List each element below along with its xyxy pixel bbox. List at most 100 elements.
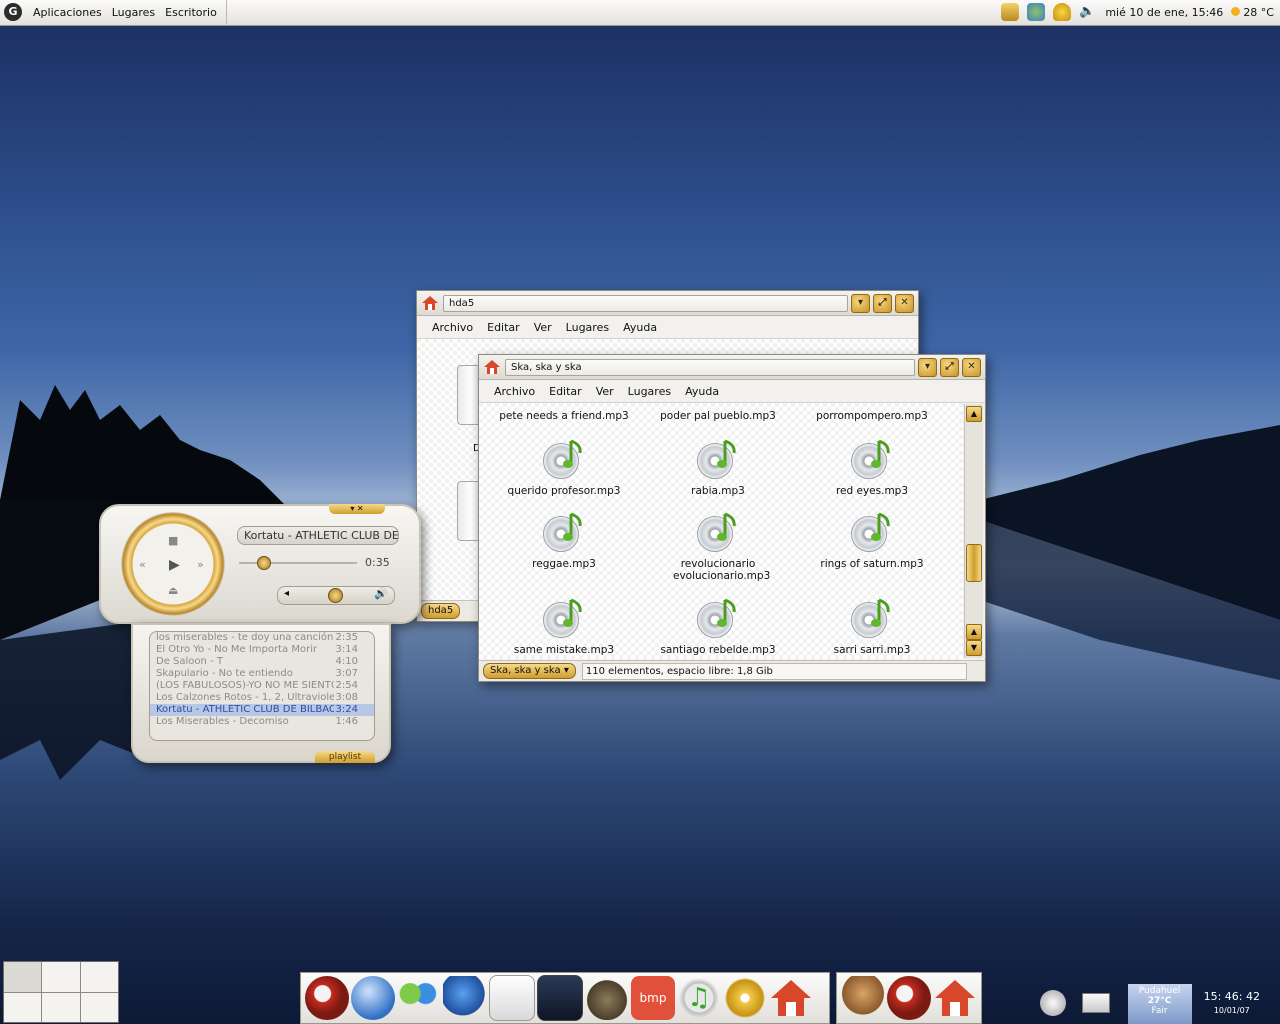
maximize-button[interactable]: ⤢ (873, 293, 892, 313)
network-manager-icon[interactable] (1027, 3, 1046, 21)
file-item[interactable]: santiago rebelde.mp3 (643, 596, 793, 656)
globe-icon[interactable] (351, 976, 395, 1020)
path-button[interactable]: Ska, ska y ska ▾ (483, 663, 576, 679)
menu-ayuda[interactable]: Ayuda (678, 385, 726, 398)
updates-icon[interactable] (1001, 3, 1020, 21)
weather-desklet[interactable]: Pudahuel 27°C Fair (1127, 984, 1192, 1024)
workspace-2[interactable] (42, 962, 80, 992)
file-item[interactable]: same mistake.mp3 (489, 596, 639, 656)
file-label[interactable]: porrompompero.mp3 (797, 410, 947, 422)
previous-icon[interactable]: « (139, 558, 146, 571)
menu-lugares[interactable]: Lugares (107, 6, 160, 19)
scroll-down-button[interactable]: ▼ (966, 640, 982, 656)
speaker-desklet[interactable] (1040, 990, 1066, 1016)
track-name: Kortatu - ATHLETIC CLUB DE BILBAO (156, 704, 334, 715)
audio-file-icon (541, 437, 587, 483)
playlist-row[interactable]: Skapulario - No te entiendo 3:07 (150, 668, 374, 680)
file-label[interactable]: pete needs a friend.mp3 (489, 410, 639, 422)
scroll-thumb[interactable] (966, 544, 982, 582)
workspace-4[interactable] (4, 992, 42, 1022)
bmp-icon[interactable]: bmp (631, 976, 675, 1020)
stop-icon[interactable]: ■ (168, 534, 178, 547)
scroll-up-button[interactable]: ▲ (966, 406, 982, 422)
menu-archivo[interactable]: Archivo (487, 385, 542, 398)
file-item[interactable]: sarri sarri.mp3 (797, 596, 947, 656)
eject-icon[interactable]: ⏏ (168, 584, 178, 597)
playlist-row[interactable]: El Otro Yo - No Me Importa Morir 3:14 (150, 644, 374, 656)
terminal-icon[interactable] (537, 975, 583, 1021)
file-name: santiago rebelde.mp3 (660, 644, 776, 656)
volume-icon[interactable]: 🔈 (1079, 3, 1097, 21)
home-icon[interactable] (933, 976, 977, 1020)
messenger-icon[interactable] (397, 976, 441, 1020)
network-icon[interactable] (443, 976, 487, 1020)
volume-slider[interactable]: ◂ 🔊 (277, 586, 395, 605)
panel-clock[interactable]: mié 10 de ene, 15:46 (1105, 6, 1223, 19)
file-item[interactable]: querido profesor.mp3 (489, 437, 639, 497)
gaim-icon[interactable] (1053, 3, 1072, 21)
maximize-button[interactable]: ⤢ (940, 357, 959, 377)
menu-ver[interactable]: Ver (589, 385, 621, 398)
menu-lugares[interactable]: Lugares (559, 321, 616, 334)
track-name: Los Miserables - Decomiso (156, 716, 289, 727)
close-button[interactable]: ✕ (962, 357, 981, 377)
minimize-button[interactable]: ▾ (918, 357, 937, 377)
player-window-buttons[interactable]: ▾ ✕ (329, 504, 385, 514)
music-icon[interactable]: ♫ (677, 976, 721, 1020)
volume-knob[interactable] (327, 588, 343, 603)
playlist-row[interactable]: Los Calzones Rotos - 1, 2, Ultraviolenci… (150, 692, 374, 704)
playlist-row[interactable]: (LOS FABULOSOS)-YO NO ME SIENTO 2:54 (150, 680, 374, 692)
gnome-foot-icon[interactable]: G (4, 3, 22, 21)
menu-lugares[interactable]: Lugares (621, 385, 678, 398)
workspace-1[interactable] (4, 962, 42, 992)
amule-icon[interactable] (841, 976, 885, 1020)
file-label[interactable]: poder pal pueblo.mp3 (643, 410, 793, 422)
playlist-row-selected[interactable]: Kortatu - ATHLETIC CLUB DE BILBAO 3:24 (150, 704, 374, 716)
control-wheel[interactable]: ■ « ▶ » ⏏ (121, 512, 225, 616)
track-name: De Saloon - T (156, 656, 223, 667)
weather-applet[interactable]: 28 °C (1231, 6, 1274, 19)
play-icon[interactable]: ▶ (169, 557, 180, 573)
titlebar[interactable]: hda5 ▾ ⤢ ✕ (417, 291, 918, 316)
seek-knob[interactable] (256, 556, 271, 570)
file-item[interactable]: rabia.mp3 (643, 437, 793, 497)
home-icon[interactable] (769, 976, 813, 1020)
scroll-up-button[interactable]: ▲ (966, 624, 982, 640)
path-button-label: Ska, ska y ska (490, 665, 561, 676)
menu-ver[interactable]: Ver (527, 321, 559, 334)
workspace-6[interactable] (80, 992, 118, 1022)
vertical-scrollbar[interactable]: ▲ ▲ ▼ (964, 404, 983, 658)
file-item[interactable]: revolucionario evolucionario.mp3 (643, 510, 793, 582)
menu-aplicaciones[interactable]: Aplicaciones (28, 6, 107, 19)
firefox-icon[interactable] (887, 976, 931, 1020)
track-duration: 3:07 (335, 668, 358, 679)
file-view[interactable]: pete needs a friend.mp3 poder pal pueblo… (479, 403, 963, 659)
titlebar[interactable]: Ska, ska y ska ▾ ⤢ ✕ (479, 355, 985, 380)
desklet-clock: 15: 46: 42 10/01/07 (1204, 990, 1260, 1018)
menu-editar[interactable]: Editar (480, 321, 527, 334)
path-button[interactable]: hda5 (421, 603, 461, 619)
device-desklet[interactable] (1082, 993, 1110, 1013)
workspace-5[interactable] (42, 992, 80, 1022)
firefox-icon[interactable] (305, 976, 349, 1020)
playlist-row[interactable]: Los Miserables - Decomiso 1:46 (150, 716, 374, 728)
file-item[interactable]: rings of saturn.mp3 (797, 510, 947, 570)
close-button[interactable]: ✕ (895, 293, 914, 313)
workspace-3[interactable] (80, 962, 118, 992)
file-item[interactable]: red eyes.mp3 (797, 437, 947, 497)
playlist-button[interactable]: playlist (315, 751, 375, 763)
playlist-list[interactable]: los miserables - te doy una canción 2:35 … (149, 631, 375, 741)
file-item[interactable]: reggae.mp3 (489, 510, 639, 570)
menu-editar[interactable]: Editar (542, 385, 589, 398)
audio-file-icon (695, 596, 741, 642)
gimp-icon[interactable] (585, 976, 629, 1020)
menu-ayuda[interactable]: Ayuda (616, 321, 664, 334)
menu-escritorio[interactable]: Escritorio (160, 6, 222, 19)
playlist-row[interactable]: los miserables - te doy una canción 2:35 (150, 632, 374, 644)
playlist-row[interactable]: De Saloon - T 4:10 (150, 656, 374, 668)
minimize-button[interactable]: ▾ (851, 293, 870, 313)
cd-burner-icon[interactable] (723, 976, 767, 1020)
mail-icon[interactable] (489, 975, 535, 1021)
menu-archivo[interactable]: Archivo (425, 321, 480, 334)
next-icon[interactable]: » (197, 558, 204, 571)
